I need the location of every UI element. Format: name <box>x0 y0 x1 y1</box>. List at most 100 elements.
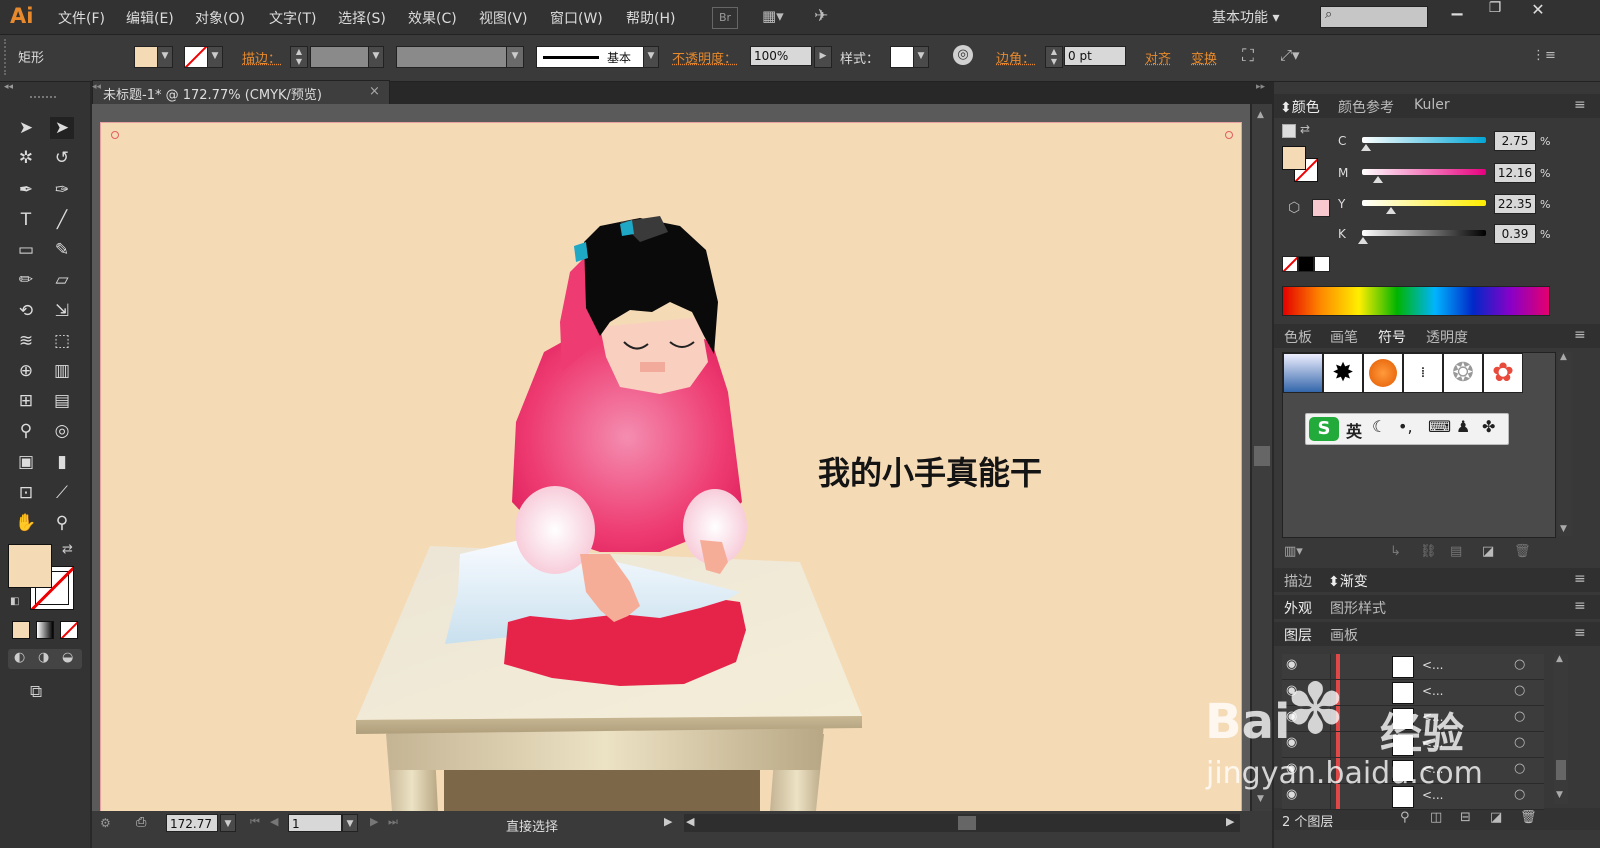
corner-stepper[interactable]: ▲ ▼ <box>1045 46 1063 68</box>
symbols-scroll-down-icon[interactable]: ▼ <box>1560 524 1567 534</box>
collapse-tools-icon[interactable]: ◂◂ <box>4 82 88 92</box>
hscroll-thumb[interactable] <box>958 816 976 830</box>
symbol-options-icon[interactable]: ▤ <box>1450 544 1462 559</box>
gradient-mode-icon[interactable] <box>36 621 54 639</box>
pen-tool-icon[interactable]: ✒ <box>14 179 38 201</box>
profile-dropdown-icon[interactable]: ▼ <box>506 46 524 68</box>
symbol-libraries-icon[interactable]: ▥▾ <box>1284 544 1303 559</box>
opacity-arrow-icon[interactable]: ▶ <box>814 46 832 68</box>
slider-handle-icon[interactable] <box>1361 144 1372 151</box>
color-mode-icon[interactable] <box>12 621 30 639</box>
zoom-dropdown-icon[interactable]: ▼ <box>220 814 236 832</box>
channel-slider[interactable] <box>1362 169 1486 175</box>
restore-button[interactable]: ❐ <box>1476 0 1514 22</box>
symbols-panel-menu-icon[interactable]: ≡ <box>1574 327 1586 343</box>
corner-radius-field[interactable]: 0 pt <box>1064 46 1126 66</box>
artboard-nav-icon[interactable]: ⚙ <box>100 816 111 830</box>
opacity-label[interactable]: 不透明度： <box>672 48 737 67</box>
selection-tool-icon[interactable]: ➤ <box>14 117 38 139</box>
next-artboard-icon[interactable]: ▶ <box>370 815 378 828</box>
scroll-right-icon[interactable]: ▶ <box>1226 815 1234 828</box>
brush-definition-field[interactable]: 基本 <box>536 46 644 68</box>
artboard-tool-icon[interactable]: ⊡ <box>14 482 38 504</box>
ime-apps-icon[interactable]: ✤ <box>1482 417 1495 436</box>
slider-handle-icon[interactable] <box>1373 176 1384 183</box>
place-symbol-icon[interactable]: ↳ <box>1390 544 1401 559</box>
channel-value-field[interactable]: 2.75 <box>1494 131 1536 151</box>
symbol-flower[interactable]: ✿ <box>1483 353 1523 393</box>
panel-grip[interactable] <box>4 39 9 75</box>
rotate-tool-icon[interactable]: ⟲ <box>14 300 38 322</box>
draw-inside-icon[interactable]: ◒ <box>62 650 73 665</box>
ime-user-icon[interactable]: ♟ <box>1456 417 1470 436</box>
layers-scroll-thumb[interactable] <box>1556 760 1566 780</box>
slider-handle-icon[interactable] <box>1358 237 1369 244</box>
document-tab[interactable]: 未标题-1* @ 172.77% (CMYK/预览) × <box>92 80 390 106</box>
tab-stroke[interactable]: 描边 <box>1284 571 1312 591</box>
menu-view[interactable]: 视图(V) <box>479 8 528 28</box>
paintbrush-tool-icon[interactable]: ✎ <box>50 239 74 261</box>
hand-tool-icon[interactable]: ✋ <box>14 512 38 534</box>
tab-symbols[interactable]: 符号 <box>1378 327 1406 347</box>
menu-type[interactable]: 文字(T) <box>269 8 316 28</box>
close-window-button[interactable]: ✕ <box>1516 0 1560 22</box>
lasso-tool-icon[interactable]: ↺ <box>50 147 74 169</box>
free-transform-tool-icon[interactable]: ⬚ <box>50 330 74 352</box>
fill-color-front[interactable] <box>8 544 52 588</box>
ime-moon-icon[interactable]: ☾ <box>1372 417 1386 436</box>
tab-color-guide[interactable]: 颜色参考 <box>1338 97 1394 117</box>
symbols-scroll-up-icon[interactable]: ▲ <box>1560 352 1567 362</box>
stroke-dropdown-icon[interactable]: ▼ <box>207 46 223 68</box>
symbol-grunge-border[interactable]: ⁞ <box>1403 353 1443 393</box>
fill-color-swatch[interactable] <box>134 46 158 68</box>
artboard-number-field[interactable]: 1 <box>288 814 342 832</box>
gradient-tool-icon[interactable]: ▤ <box>50 390 74 412</box>
zoom-tool-icon[interactable]: ⚲ <box>50 512 74 534</box>
blend-tool-icon[interactable]: ◎ <box>50 420 74 442</box>
isolate-group-icon[interactable]: ⛶ <box>1242 46 1254 66</box>
panel-fill-front[interactable] <box>1282 146 1306 170</box>
tab-color[interactable]: ⬍颜色 <box>1280 97 1320 117</box>
slice-tool-icon[interactable]: ⟋ <box>50 482 74 504</box>
first-artboard-icon[interactable]: ⏮ <box>250 815 260 829</box>
stroke-weight-field[interactable] <box>310 46 370 68</box>
control-menu-icon[interactable]: ⋮≡ <box>1532 48 1556 63</box>
tab-appearance[interactable]: 外观 <box>1284 598 1312 618</box>
scroll-down-icon[interactable]: ▼ <box>1257 794 1264 804</box>
menu-window[interactable]: 窗口(W) <box>550 8 603 28</box>
color-spectrum[interactable] <box>1282 286 1550 316</box>
rectangle-tool-icon[interactable]: ▭ <box>14 239 38 261</box>
gpu-performance-icon[interactable]: ✈ <box>814 6 828 26</box>
eraser-tool-icon[interactable]: ▱ <box>50 269 74 291</box>
mesh-tool-icon[interactable]: ⊞ <box>14 390 38 412</box>
style-dropdown-icon[interactable]: ▼ <box>913 46 929 68</box>
workspace-switcher[interactable]: 基本功能 ▾ <box>1212 7 1279 27</box>
artwork-heading[interactable]: 我的小手真能干 <box>818 448 1042 494</box>
ime-language-label[interactable]: 英 <box>1346 418 1362 442</box>
bridge-button[interactable]: Br <box>712 7 738 29</box>
channel-slider[interactable] <box>1362 230 1486 236</box>
new-layer-icon[interactable]: ◪ <box>1490 810 1502 825</box>
break-link-icon[interactable]: ⛓ <box>1420 544 1437 559</box>
symbol-ink-splat[interactable]: ✸ <box>1323 353 1363 393</box>
type-tool-icon[interactable]: T <box>14 209 38 231</box>
tab-gradient[interactable]: ⬍渐变 <box>1328 571 1368 591</box>
black-swatch[interactable] <box>1298 256 1314 272</box>
tools-grip[interactable] <box>30 96 56 102</box>
collapse-right-icon[interactable]: ▸▸ <box>1256 82 1265 92</box>
horizontal-scrollbar[interactable]: ◀ ▶ <box>684 814 1240 832</box>
make-clipping-mask-icon[interactable]: ◫ <box>1430 810 1442 825</box>
symbols-scrollbar[interactable]: ▲ ▼ <box>1558 352 1572 536</box>
symbol-blue-banner[interactable] <box>1283 353 1323 393</box>
search-input[interactable]: ⌕ <box>1320 6 1428 28</box>
scroll-thumb[interactable] <box>1254 446 1270 466</box>
channel-slider[interactable] <box>1362 137 1486 143</box>
tab-layers[interactable]: 图层 <box>1284 625 1312 645</box>
layer-name[interactable]: <... <box>1422 658 1444 672</box>
target-circle-icon[interactable]: ○ <box>1514 657 1525 672</box>
delete-symbol-icon[interactable]: 🗑 <box>1514 544 1531 559</box>
ime-keyboard-icon[interactable]: ⌨ <box>1428 417 1451 436</box>
delete-layer-icon[interactable]: 🗑 <box>1520 810 1537 825</box>
line-tool-icon[interactable]: ╱ <box>50 209 74 231</box>
menu-object[interactable]: 对象(O) <box>195 8 245 28</box>
